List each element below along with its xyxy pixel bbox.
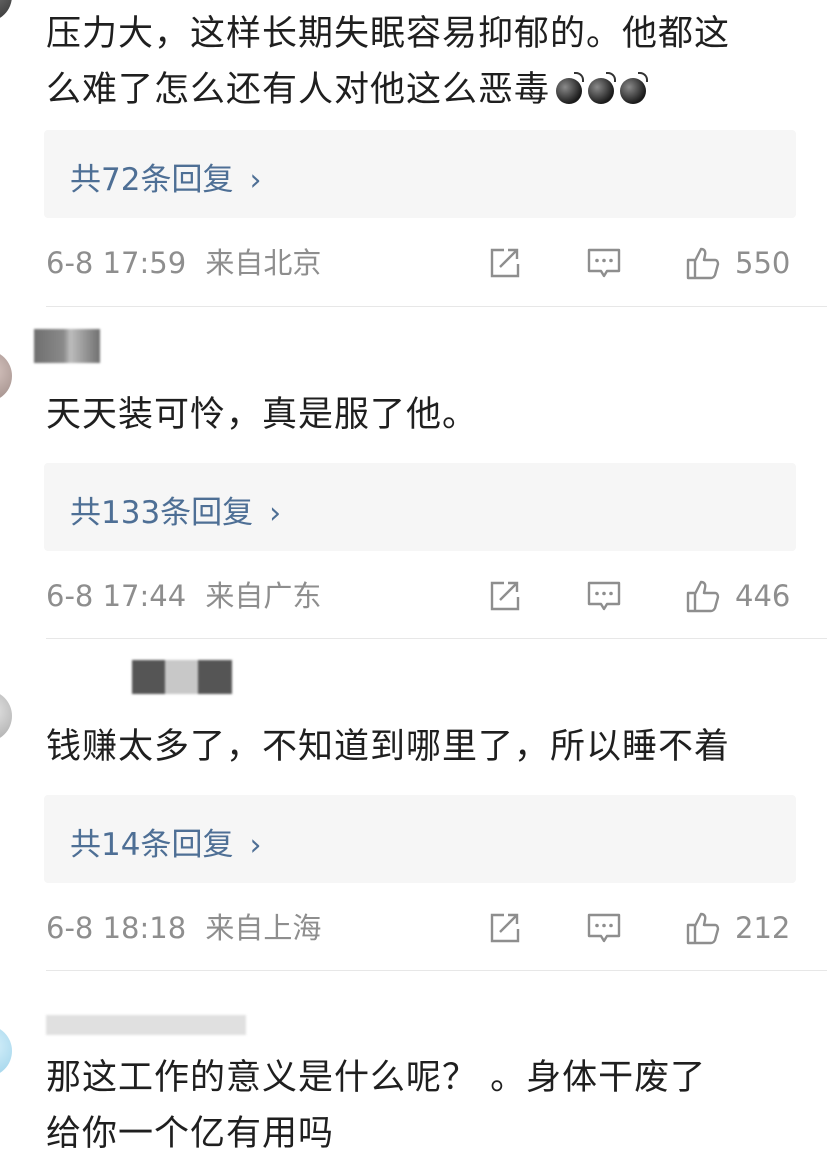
chevron-right-icon: › [249, 163, 262, 198]
like-button[interactable]: 212 [685, 908, 790, 948]
divider [46, 970, 827, 971]
share-icon [490, 913, 520, 943]
bomb-icon [620, 72, 649, 104]
reply-box[interactable]: 共133条回复 › [44, 463, 796, 551]
comment-icon [587, 913, 621, 943]
like-button[interactable]: 550 [685, 243, 790, 283]
comment-button[interactable] [586, 243, 622, 283]
comment-icon [587, 581, 621, 611]
username-redacted[interactable] [46, 1015, 246, 1035]
bomb-icon [588, 72, 617, 104]
thumbs-up-icon [686, 580, 720, 613]
comment-text-line: 压力大，这样长期失眠容易抑郁的。他都这 [46, 14, 731, 54]
share-button[interactable] [486, 908, 522, 948]
comment-meta: 6-8 17:44 来自广东 [46, 576, 321, 616]
comment-location: 来自广东 [205, 579, 322, 613]
bomb-icon [556, 72, 585, 104]
view-replies-link[interactable]: 共72条回复 › [70, 154, 261, 199]
divider [46, 306, 827, 307]
avatar[interactable] [0, 1025, 12, 1077]
comment-button[interactable] [586, 576, 622, 616]
avatar[interactable] [0, 0, 12, 22]
comment-text: 天天装可怜，真是服了他。 [46, 387, 806, 443]
avatar[interactable] [0, 350, 12, 402]
comment-text-line: 钱赚太多了，不知道到哪里了，所以睡不着 [46, 727, 731, 767]
comment-location: 来自北京 [205, 246, 322, 280]
share-icon [490, 248, 520, 278]
reply-count-label: 共133条回复 [70, 495, 254, 531]
like-count: 446 [735, 579, 791, 613]
comment-button[interactable] [586, 908, 622, 948]
like-count: 550 [735, 246, 791, 280]
bomb-emoji [550, 63, 649, 119]
reply-count-label: 共72条回复 [70, 162, 234, 198]
divider [46, 638, 827, 639]
reply-box[interactable]: 共14条回复 › [44, 795, 796, 883]
comment-time: 6-8 17:44 [46, 579, 187, 613]
comment-text: 钱赚太多了，不知道到哪里了，所以睡不着 [46, 719, 806, 775]
reply-count-label: 共14条回复 [70, 827, 234, 863]
thumbs-up-icon [686, 247, 720, 280]
comment-text-line: 天天装可怜，真是服了他。 [46, 395, 479, 435]
comment-text: 那这工作的意义是什么呢？ 。身体干废了 给你一个亿有用吗 [46, 1050, 806, 1162]
share-button[interactable] [486, 576, 522, 616]
avatar[interactable] [0, 690, 12, 742]
comment-text-fragment: 么难了怎么还有人对他这么恶毒 [46, 70, 551, 110]
like-count: 212 [735, 911, 791, 945]
thumbs-up-icon [686, 912, 720, 945]
comment-time: 6-8 17:59 [46, 246, 187, 280]
comment-location: 来自上海 [205, 911, 322, 945]
view-replies-link[interactable]: 共133条回复 › [70, 487, 281, 532]
reply-box[interactable]: 共72条回复 › [44, 130, 796, 218]
like-button[interactable]: 446 [685, 576, 790, 616]
comment-meta: 6-8 18:18 来自上海 [46, 908, 321, 948]
comment-text-line: 那这工作的意义是什么呢？ 。身体干废了 [46, 1058, 707, 1098]
chevron-right-icon: › [249, 828, 262, 863]
username-redacted[interactable] [132, 660, 232, 694]
view-replies-link[interactable]: 共14条回复 › [70, 819, 261, 864]
share-button[interactable] [486, 243, 522, 283]
comment-time: 6-8 18:18 [46, 911, 187, 945]
comment-text-line: 么难了怎么还有人对他这么恶毒 [46, 62, 806, 119]
comment-text-line: 给你一个亿有用吗 [46, 1114, 335, 1154]
comment-meta: 6-8 17:59 来自北京 [46, 243, 321, 283]
username-redacted[interactable] [34, 329, 100, 363]
share-icon [490, 581, 520, 611]
chevron-right-icon: › [269, 496, 282, 531]
comment-icon [587, 248, 621, 278]
comment-text: 压力大，这样长期失眠容易抑郁的。他都这 么难了怎么还有人对他这么恶毒 [46, 6, 806, 119]
